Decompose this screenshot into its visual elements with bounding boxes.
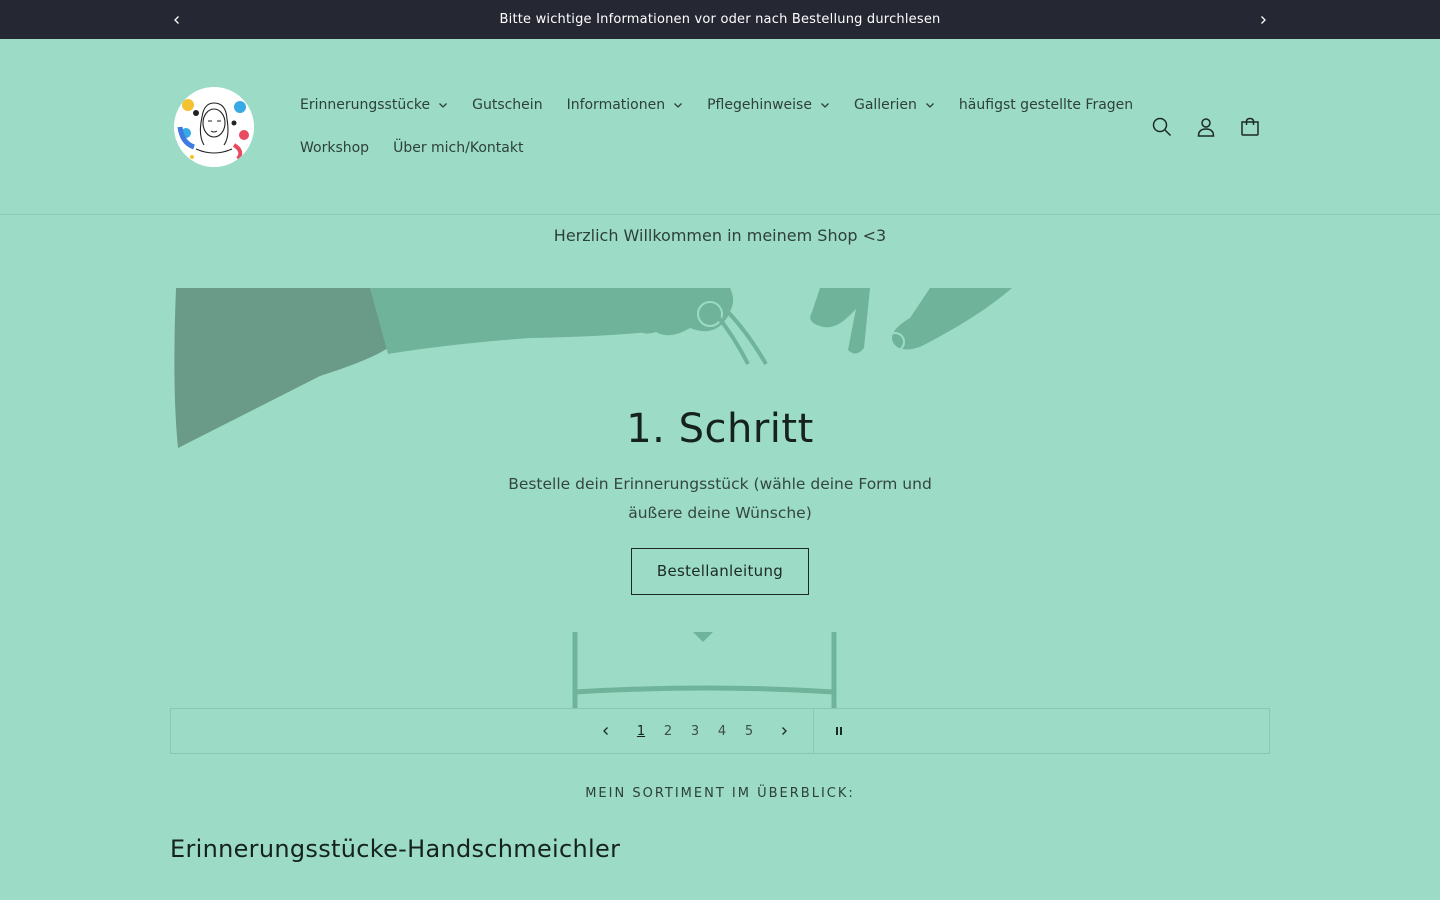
search-button[interactable] (1142, 105, 1182, 149)
bestellanleitung-button[interactable]: Bestellanleitung (631, 548, 809, 595)
slide-title: 1. Schritt (626, 406, 814, 452)
chevron-right-icon (1261, 15, 1266, 24)
slide-pause-button[interactable] (826, 709, 852, 753)
cart-button[interactable] (1230, 105, 1270, 149)
nav-item-pflegehinweise[interactable]: Pflegehinweise (695, 84, 842, 126)
slideshow: 1. Schritt Bestelle dein Erinnerungsstüc… (170, 288, 1270, 708)
nav-item-label: Gutschein (472, 97, 543, 113)
nav-item-label: Informationen (566, 97, 666, 113)
welcome-text: Herzlich Willkommen in meinem Shop <3 (553, 226, 887, 245)
overview-label: MEIN SORTIMENT IM ÜBERBLICK: (585, 786, 855, 801)
logo-image (174, 87, 254, 167)
nav-item-label: Gallerien (853, 97, 917, 113)
nav-item-ueber-mich-kontakt[interactable]: Über mich/Kontakt (381, 127, 535, 169)
nav-item-workshop[interactable]: Workshop (288, 127, 381, 169)
account-button[interactable] (1186, 105, 1226, 149)
slide-next-button[interactable] (769, 709, 799, 753)
nav-item-label: häufigst gestellte Fragen (958, 97, 1134, 113)
nav-row-secondary: Workshop Über mich/Kontakt (288, 127, 1108, 169)
slide-dot-5[interactable]: 5 (737, 709, 761, 753)
chevron-left-icon (603, 727, 608, 735)
main-navigation: Erinnerungsstücke Gutschein Informatione… (288, 84, 1133, 169)
slide-dot-3[interactable]: 3 (683, 709, 707, 753)
announcement-text[interactable]: Bitte wichtige Informationen vor oder na… (500, 12, 941, 27)
site-header: Erinnerungsstücke Gutschein Informatione… (0, 39, 1440, 215)
slide-content: 1. Schritt Bestelle dein Erinnerungsstüc… (170, 406, 1270, 595)
nav-item-gallerien[interactable]: Gallerien (842, 84, 947, 126)
nav-item-label: Erinnerungsstücke (300, 97, 431, 113)
nav-item-label: Workshop (300, 140, 370, 156)
collection-heading[interactable]: Erinnerungsstücke-Handschmeichler (170, 835, 620, 863)
cart-icon (1241, 117, 1259, 136)
nav-item-label: Pflegehinweise (707, 97, 812, 113)
nav-row-primary: Erinnerungsstücke Gutschein Informatione… (288, 84, 1133, 126)
nav-item-faq[interactable]: häufigst gestellte Fragen (947, 84, 1145, 126)
slide-dot-1[interactable]: 1 (629, 709, 653, 753)
slide-dot-4[interactable]: 4 (710, 709, 734, 753)
slideshow-controls: 1 2 3 4 5 (170, 708, 1270, 754)
announcement-bar: Bitte wichtige Informationen vor oder na… (0, 0, 1440, 39)
announcement-next-button[interactable] (1248, 0, 1278, 39)
pause-icon (836, 727, 842, 735)
controls-divider (813, 709, 814, 753)
nav-item-informationen[interactable]: Informationen (555, 84, 696, 126)
nav-item-label: Über mich/Kontakt (393, 140, 524, 156)
chevron-down-icon (439, 103, 448, 108)
announcement-prev-button[interactable] (162, 0, 192, 39)
chevron-left-icon (174, 15, 179, 24)
slide-prev-button[interactable] (591, 709, 621, 753)
slide-text: Bestelle dein Erinnerungsstück (wähle de… (508, 475, 932, 522)
header-icons (1142, 105, 1270, 149)
search-icon (1152, 117, 1172, 137)
slide-dot-2[interactable]: 2 (656, 709, 680, 753)
chevron-down-icon (821, 103, 829, 108)
nav-item-erinnerungsstuecke[interactable]: Erinnerungsstücke (288, 84, 460, 126)
chevron-right-icon (782, 727, 787, 735)
nav-item-gutschein[interactable]: Gutschein (460, 84, 554, 126)
chevron-down-icon (925, 103, 934, 108)
chevron-down-icon (674, 103, 683, 108)
shop-logo[interactable] (174, 87, 254, 167)
account-icon (1197, 118, 1215, 137)
